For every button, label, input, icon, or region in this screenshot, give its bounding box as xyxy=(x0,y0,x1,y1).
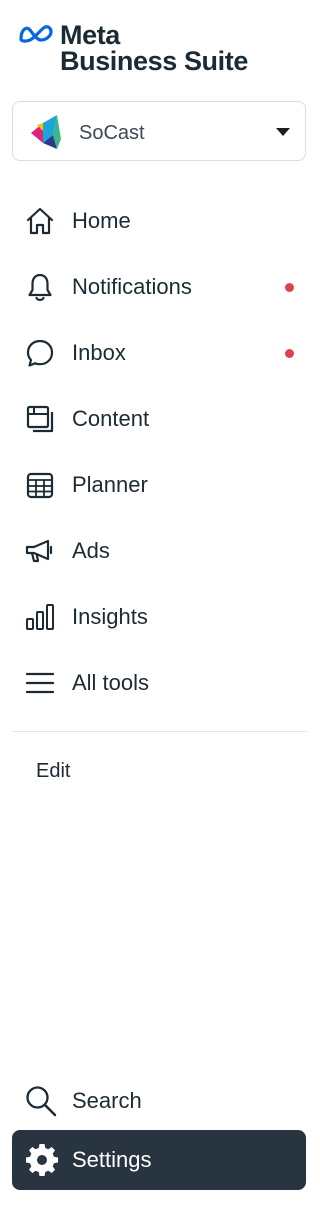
calendar-grid-icon xyxy=(26,472,54,499)
search-label: Search xyxy=(72,1088,142,1113)
nav-item-inbox[interactable]: Inbox xyxy=(0,320,307,386)
nav-item-content[interactable]: Content xyxy=(0,386,307,452)
nav-item-all-tools[interactable]: All tools xyxy=(0,650,307,716)
chat-bubble-icon xyxy=(26,339,54,367)
nav-item-label: All tools xyxy=(72,670,150,695)
gear-icon xyxy=(26,1144,58,1176)
nav-item-label: Content xyxy=(72,406,150,431)
nav-item-ads[interactable]: Ads xyxy=(0,518,307,584)
bell-icon xyxy=(28,273,52,301)
content-icon xyxy=(26,405,54,433)
main-nav: Home Notifications Inbox Content Planner… xyxy=(0,188,307,716)
nav-item-label: Ads xyxy=(72,538,110,563)
nav-item-insights[interactable]: Insights xyxy=(0,584,307,650)
meta-business-suite-logo[interactable]: Meta Business Suite xyxy=(18,20,268,76)
nav-item-label: Planner xyxy=(72,472,148,497)
menu-lines-icon xyxy=(25,672,55,694)
meta-logo-icon xyxy=(19,25,53,43)
logo-text-business-suite: Business Suite xyxy=(60,46,248,76)
account-name: SoCast xyxy=(79,122,145,144)
megaphone-icon xyxy=(25,539,53,563)
account-switcher[interactable]: SoCast xyxy=(12,101,306,161)
notification-badge-dot xyxy=(285,283,294,292)
nav-item-label: Notifications xyxy=(72,274,192,299)
search-icon xyxy=(26,1086,57,1117)
nav-divider xyxy=(12,731,307,732)
bar-chart-icon xyxy=(26,604,54,630)
home-icon xyxy=(26,207,54,235)
nav-item-home[interactable]: Home xyxy=(0,188,307,254)
nav-item-label: Home xyxy=(72,208,131,233)
nav-item-label: Insights xyxy=(72,604,148,629)
settings-button[interactable]: Settings xyxy=(12,1130,306,1190)
settings-label: Settings xyxy=(72,1147,152,1172)
inbox-badge-dot xyxy=(285,349,294,358)
nav-item-label: Inbox xyxy=(72,340,126,365)
edit-nav-button[interactable]: Edit xyxy=(36,759,70,783)
caret-down-icon xyxy=(276,128,290,136)
search-button[interactable]: Search xyxy=(0,1072,307,1128)
socast-avatar-icon xyxy=(31,115,61,149)
nav-item-planner[interactable]: Planner xyxy=(0,452,307,518)
nav-item-notifications[interactable]: Notifications xyxy=(0,254,307,320)
sidebar: Meta Business Suite SoCast Home Notifica… xyxy=(0,0,307,1207)
